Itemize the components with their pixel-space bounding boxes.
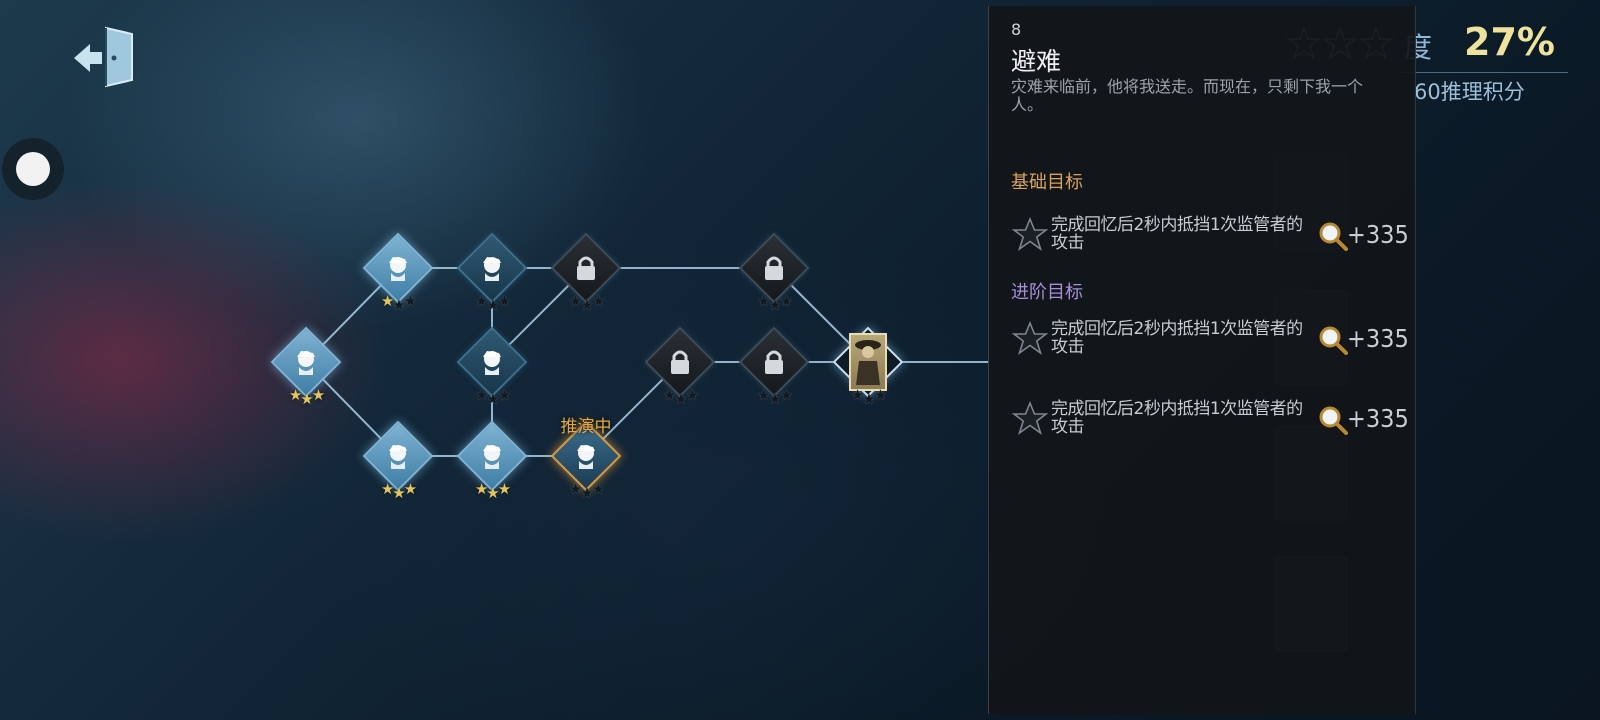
star-rating: ★★★ — [568, 292, 605, 314]
goal-item: 完成回忆后2秒内抵挡1次监管者的攻击 +335 — [1011, 396, 1409, 446]
star-rating: ★★★ — [288, 386, 325, 408]
character-node[interactable]: ★★★ — [828, 322, 908, 408]
lock-icon — [671, 350, 689, 374]
star-icon — [1011, 400, 1049, 436]
lock-icon — [577, 256, 595, 280]
goal-reward: +335 — [1347, 324, 1409, 353]
level-node-current[interactable]: 推演中 ★★★ — [546, 416, 626, 502]
magnifier-icon — [1319, 326, 1348, 355]
star-rating: ★★★ — [474, 386, 511, 408]
goal-reward: +335 — [1347, 404, 1409, 433]
lock-icon — [765, 256, 783, 280]
level-number: 8 — [1011, 20, 1022, 39]
detective-icon — [389, 257, 407, 281]
level-node-1[interactable]: ★★★ — [266, 322, 346, 408]
level-node-7[interactable]: ★★★ — [358, 416, 438, 502]
detective-icon — [483, 351, 501, 375]
star-rating: ★★★ — [568, 480, 605, 502]
level-node-4[interactable]: ★★★ — [546, 228, 626, 314]
goal-text: 完成回忆后2秒内抵挡1次监管者的攻击 — [1051, 215, 1303, 253]
progress-value: 27% — [1464, 20, 1555, 64]
detective-icon — [483, 445, 501, 469]
detective-icon — [389, 445, 407, 469]
goal-item: 完成回忆后2秒内抵挡1次监管者的攻击 +335 — [1011, 316, 1409, 366]
star-rating: ★★★ — [850, 386, 887, 408]
advanced-goals-heading: 进阶目标 — [1011, 282, 1083, 303]
goal-text: 完成回忆后2秒内抵挡1次监管者的攻击 — [1051, 399, 1303, 437]
magnifier-icon — [1319, 222, 1348, 251]
star-icon — [1011, 216, 1049, 252]
level-node-5[interactable]: ★★★ — [734, 228, 814, 314]
detective-icon — [297, 351, 315, 375]
header-divider — [1400, 72, 1568, 73]
star-rating: ★★★ — [380, 292, 417, 314]
reasoning-points: 60推理积分 — [1414, 80, 1525, 104]
level-node-10[interactable]: ★★★ — [640, 322, 720, 408]
character-portrait — [849, 333, 887, 391]
level-description: 灾难来临前，他将我送走。而现在，只剩下我一个人。 — [1011, 77, 1364, 114]
level-node-3[interactable]: ★★★ — [452, 228, 532, 314]
star-icon — [1011, 320, 1049, 356]
basic-goals-heading: 基础目标 — [1011, 172, 1083, 193]
goal-reward: +335 — [1347, 220, 1409, 249]
star-rating: ★★★ — [662, 386, 699, 408]
level-node-6[interactable]: ★★★ — [452, 322, 532, 408]
current-node-label: 推演中 — [560, 417, 612, 437]
star-rating: ★★★ — [756, 292, 793, 314]
level-node-2[interactable]: ★★★ — [358, 228, 438, 314]
star-rating: ★★★ — [756, 386, 793, 408]
lock-icon — [765, 350, 783, 374]
detective-icon — [483, 257, 501, 281]
star-rating: ★★★ — [474, 480, 511, 502]
level-detail-panel: 8 避难 灾难来临前，他将我送走。而现在，只剩下我一个人。 基础目标 完成回忆后… — [988, 6, 1416, 714]
goal-text: 完成回忆后2秒内抵挡1次监管者的攻击 — [1051, 319, 1303, 357]
level-node-8[interactable]: ★★★ — [452, 416, 532, 502]
level-title: 避难 — [1011, 47, 1062, 76]
level-node-11[interactable]: ★★★ — [734, 322, 814, 408]
star-rating: ★★★ — [380, 480, 417, 502]
star-rating: ★★★ — [474, 292, 511, 314]
magnifier-icon — [1319, 406, 1348, 435]
detective-icon — [577, 445, 595, 469]
goal-item: 完成回忆后2秒内抵挡1次监管者的攻击 +335 — [1011, 212, 1409, 262]
